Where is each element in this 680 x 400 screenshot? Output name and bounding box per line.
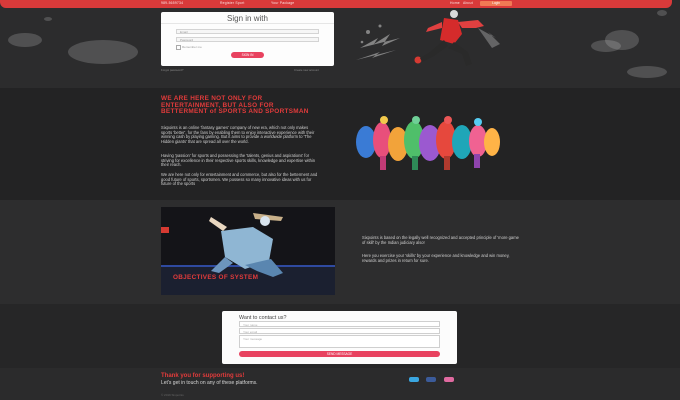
objectives-section: [0, 200, 680, 304]
objectives-paragraph-2: Here you exercise your 'skills' by your …: [362, 253, 510, 263]
remember-label: Remember me: [182, 45, 202, 49]
divider: [161, 23, 334, 24]
footer-section: [0, 368, 680, 400]
nav-login-button[interactable]: Login: [480, 1, 512, 6]
about-paragraph-1: Sixpoints is an online 'fantasy games' c…: [161, 125, 315, 144]
forgot-password-link[interactable]: Forgot password?: [161, 68, 183, 72]
about-heading: WE ARE HERE NOT ONLY FOR ENTERTAINMENT, …: [161, 95, 309, 116]
bubble-decoration: [627, 66, 667, 78]
objectives-heading: OBJECTIVES OF SYSTEM: [173, 274, 259, 281]
bubble-decoration: [44, 17, 52, 21]
nav-phone[interactable]: 989-5659734: [161, 1, 183, 5]
bubble-decoration: [657, 10, 667, 16]
nav-link-your-package[interactable]: Your Package: [271, 1, 294, 5]
about-section: [0, 88, 680, 200]
remember-checkbox[interactable]: [176, 45, 181, 50]
objectives-image-card: OBJECTIVES OF SYSTEM: [161, 207, 335, 295]
signin-submit-button[interactable]: SIGN IN: [231, 52, 264, 58]
footer-subtitle: Let's get in touch on any of these platf…: [161, 380, 258, 386]
nav-link-about[interactable]: About: [463, 1, 473, 5]
contact-message-field[interactable]: Your message: [239, 335, 440, 348]
password-field[interactable]: Password: [176, 37, 319, 42]
objectives-paragraph-1: Sixpoints is based on the legally well r…: [362, 235, 519, 245]
runners-illustration: [356, 116, 500, 170]
about-paragraph-2: Having 'passion' for sports and possessi…: [161, 153, 316, 168]
send-message-button[interactable]: SEND MESSAGE: [239, 351, 440, 357]
cricket-player-illustration: [161, 213, 335, 295]
facebook-icon[interactable]: [426, 377, 436, 382]
top-nav-bar: [0, 0, 672, 8]
about-paragraph-3: We are here not only for entertainment a…: [161, 172, 318, 187]
bubble-decoration: [591, 40, 621, 52]
footer-copyright: © 2019 Sixpoints: [161, 393, 184, 397]
signin-card: Sign in with Email Password Remember me …: [161, 12, 334, 66]
email-field[interactable]: Email: [176, 29, 319, 34]
nav-link-register-sport[interactable]: Register Sport: [220, 1, 244, 5]
soccer-player-illustration: [356, 10, 500, 66]
bubble-decoration: [8, 33, 42, 47]
bubble-decoration: [68, 40, 138, 64]
nav-link-home[interactable]: Home: [450, 1, 460, 5]
contact-card: Want to contact us? Your name Your email…: [222, 311, 457, 364]
contact-email-field[interactable]: Your email: [239, 328, 440, 334]
create-account-link[interactable]: Create new account: [294, 68, 319, 72]
footer-title: Thank you for supporting us!: [161, 373, 245, 379]
twitter-icon[interactable]: [409, 377, 419, 382]
contact-name-field[interactable]: Your name: [239, 321, 440, 327]
signin-title: Sign in with: [227, 14, 268, 23]
instagram-icon[interactable]: [444, 377, 454, 382]
